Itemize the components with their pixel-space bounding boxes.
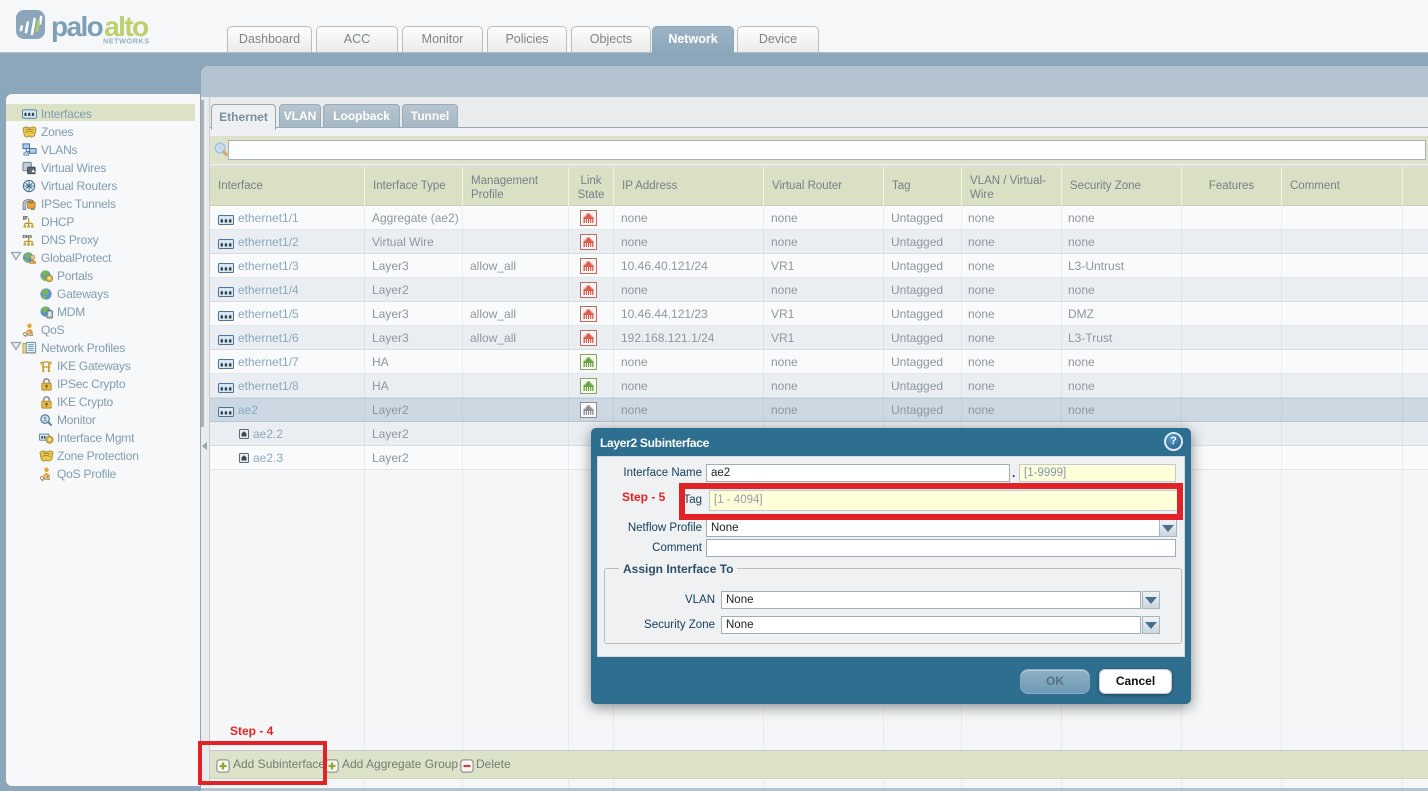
svg-text:QoS: QoS xyxy=(40,476,51,481)
svg-text:QoS: QoS xyxy=(23,332,34,337)
svg-text:IP: IP xyxy=(23,216,28,222)
svg-text:DNS: DNS xyxy=(23,234,32,239)
svg-text:NETWORKS: NETWORKS xyxy=(103,37,150,46)
